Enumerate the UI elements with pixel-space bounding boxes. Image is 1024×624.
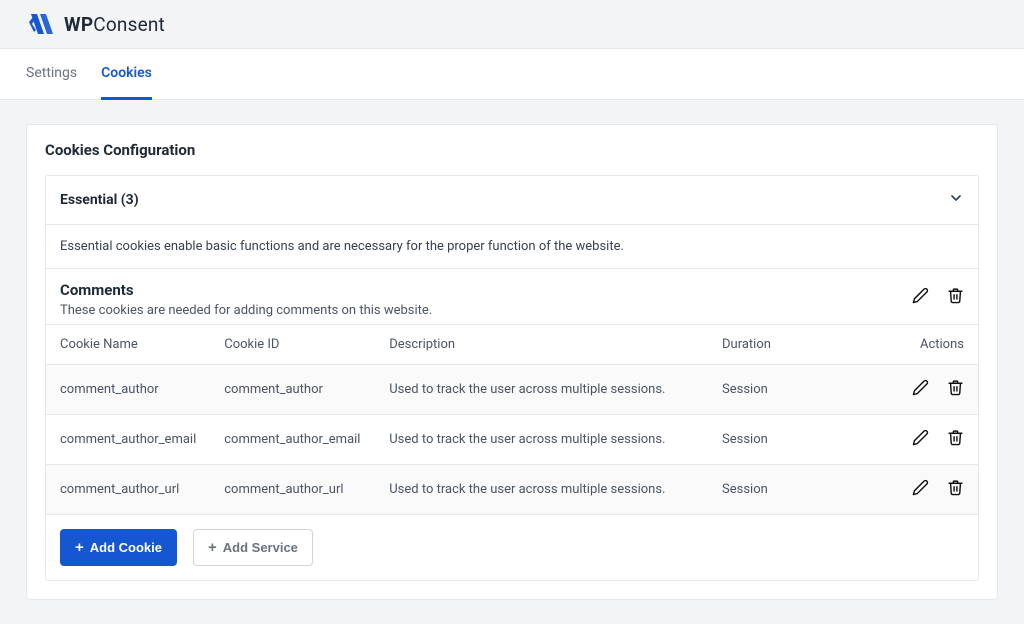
- trash-icon: [947, 429, 964, 450]
- cell-duration: Session: [708, 465, 878, 515]
- edit-cookie-button[interactable]: [912, 479, 929, 500]
- edit-icon: [912, 379, 929, 400]
- delete-cookie-button[interactable]: [947, 379, 964, 400]
- edit-cookie-button[interactable]: [912, 379, 929, 400]
- th-id: Cookie ID: [210, 325, 375, 365]
- tab-cookies[interactable]: Cookies: [101, 49, 152, 100]
- delete-service-button[interactable]: [947, 287, 964, 304]
- trash-icon: [947, 479, 964, 500]
- cell-id: comment_author_url: [210, 465, 375, 515]
- brand-logo: WPConsent: [26, 10, 998, 48]
- th-duration: Duration: [708, 325, 878, 365]
- plus-icon: +: [75, 540, 84, 555]
- add-cookie-button[interactable]: + Add Cookie: [60, 529, 177, 566]
- delete-cookie-button[interactable]: [947, 479, 964, 500]
- table-row: comment_author_emailcomment_author_email…: [46, 415, 978, 465]
- tab-settings[interactable]: Settings: [26, 49, 77, 99]
- cell-actions: [878, 415, 978, 465]
- cell-id: comment_author: [210, 365, 375, 415]
- cell-duration: Session: [708, 365, 878, 415]
- th-description: Description: [375, 325, 708, 365]
- section-essential: Essential (3) Essential cookies enable b…: [45, 175, 979, 581]
- cell-name: comment_author_email: [46, 415, 210, 465]
- edit-icon: [912, 287, 929, 304]
- service-group: Comments These cookies are needed for ad…: [46, 268, 978, 580]
- brand-name: WPConsent: [64, 13, 165, 36]
- table-row: comment_author_urlcomment_author_urlUsed…: [46, 465, 978, 515]
- add-service-button[interactable]: + Add Service: [193, 529, 313, 566]
- section-title: Essential (3): [60, 192, 139, 208]
- edit-cookie-button[interactable]: [912, 429, 929, 450]
- trash-icon: [947, 287, 964, 304]
- edit-icon: [912, 429, 929, 450]
- cookies-config-panel: Cookies Configuration Essential (3) Esse…: [26, 124, 998, 600]
- cell-description: Used to track the user across multiple s…: [375, 415, 708, 465]
- cookies-table: Cookie Name Cookie ID Description Durati…: [46, 324, 978, 515]
- th-name: Cookie Name: [46, 325, 210, 365]
- table-row: comment_authorcomment_authorUsed to trac…: [46, 365, 978, 415]
- cell-duration: Session: [708, 415, 878, 465]
- tab-bar: Settings Cookies: [0, 48, 1024, 100]
- edit-service-button[interactable]: [912, 287, 929, 304]
- delete-cookie-button[interactable]: [947, 429, 964, 450]
- cell-id: comment_author_email: [210, 415, 375, 465]
- trash-icon: [947, 379, 964, 400]
- group-subtitle: These cookies are needed for adding comm…: [60, 303, 432, 318]
- cell-name: comment_author: [46, 365, 210, 415]
- section-description: Essential cookies enable basic functions…: [46, 225, 978, 268]
- group-title: Comments: [60, 281, 432, 299]
- plus-icon: +: [208, 540, 217, 555]
- th-actions: Actions: [878, 325, 978, 365]
- page-title: Cookies Configuration: [27, 125, 997, 175]
- cell-name: comment_author_url: [46, 465, 210, 515]
- cell-actions: [878, 365, 978, 415]
- cell-description: Used to track the user across multiple s…: [375, 465, 708, 515]
- chevron-down-icon: [948, 190, 964, 210]
- brand-icon: [26, 12, 56, 36]
- section-toggle[interactable]: Essential (3): [46, 176, 978, 225]
- edit-icon: [912, 479, 929, 500]
- cell-description: Used to track the user across multiple s…: [375, 365, 708, 415]
- cell-actions: [878, 465, 978, 515]
